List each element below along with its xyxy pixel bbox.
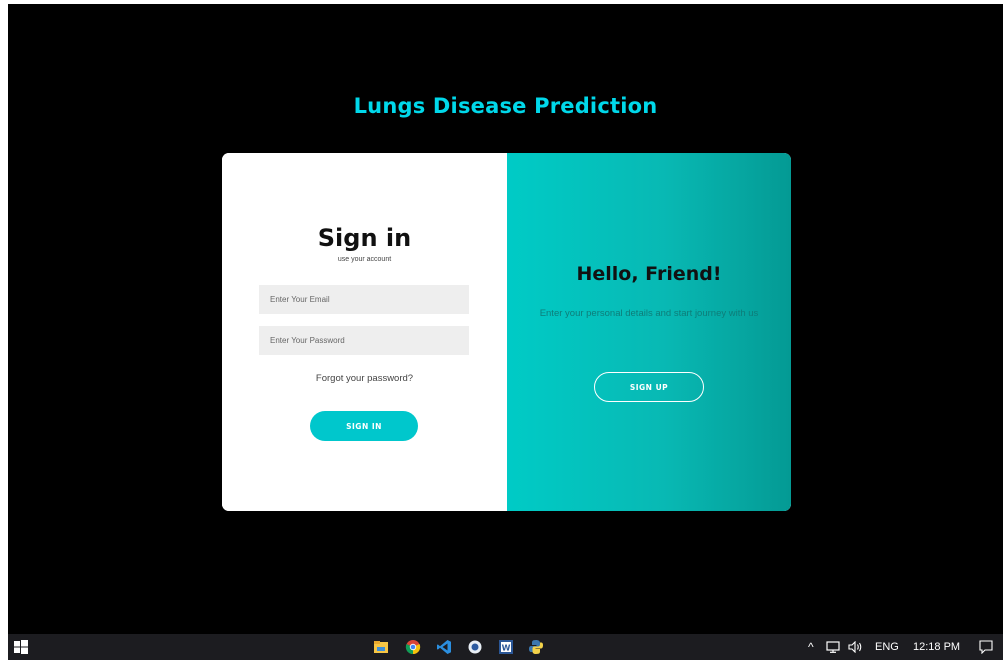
notifications-icon[interactable] [979,640,993,654]
language-indicator[interactable]: ENG [875,634,899,660]
auth-card: Sign in use your account Forgot your pas… [222,153,791,511]
svg-text:W: W [502,644,511,653]
sign-up-button[interactable]: SIGN UP [594,372,704,402]
app-viewport: Lungs Disease Prediction Sign in use you… [8,4,1003,634]
taskbar: W ^ ENG 12:18 PM [8,634,1003,660]
forgot-password-link[interactable]: Forgot your password? [222,373,507,384]
clock[interactable]: 12:18 PM [913,634,960,660]
signup-panel: Hello, Friend! Enter your personal detai… [507,153,791,511]
file-explorer-icon[interactable] [373,639,389,655]
windows-start-icon[interactable] [14,640,28,654]
tray-chevron-icon[interactable]: ^ [808,634,814,660]
signin-subtitle: use your account [337,256,392,263]
signup-description: Enter your personal details and start jo… [539,308,759,319]
vscode-icon[interactable] [436,639,452,655]
volume-icon[interactable] [848,641,864,653]
python-icon[interactable] [528,639,544,655]
signin-heading: Sign in [317,224,412,252]
network-icon[interactable] [826,641,840,653]
sign-in-button[interactable]: SIGN IN [310,411,418,441]
app-circle-icon[interactable] [467,639,483,655]
signup-heading: Hello, Friend! [576,263,722,285]
word-icon[interactable]: W [498,639,514,655]
password-field[interactable] [259,326,469,355]
chrome-icon[interactable] [405,639,421,655]
page-title: Lungs Disease Prediction [353,94,658,118]
email-field[interactable] [259,285,469,314]
signin-panel: Sign in use your account Forgot your pas… [222,153,507,511]
